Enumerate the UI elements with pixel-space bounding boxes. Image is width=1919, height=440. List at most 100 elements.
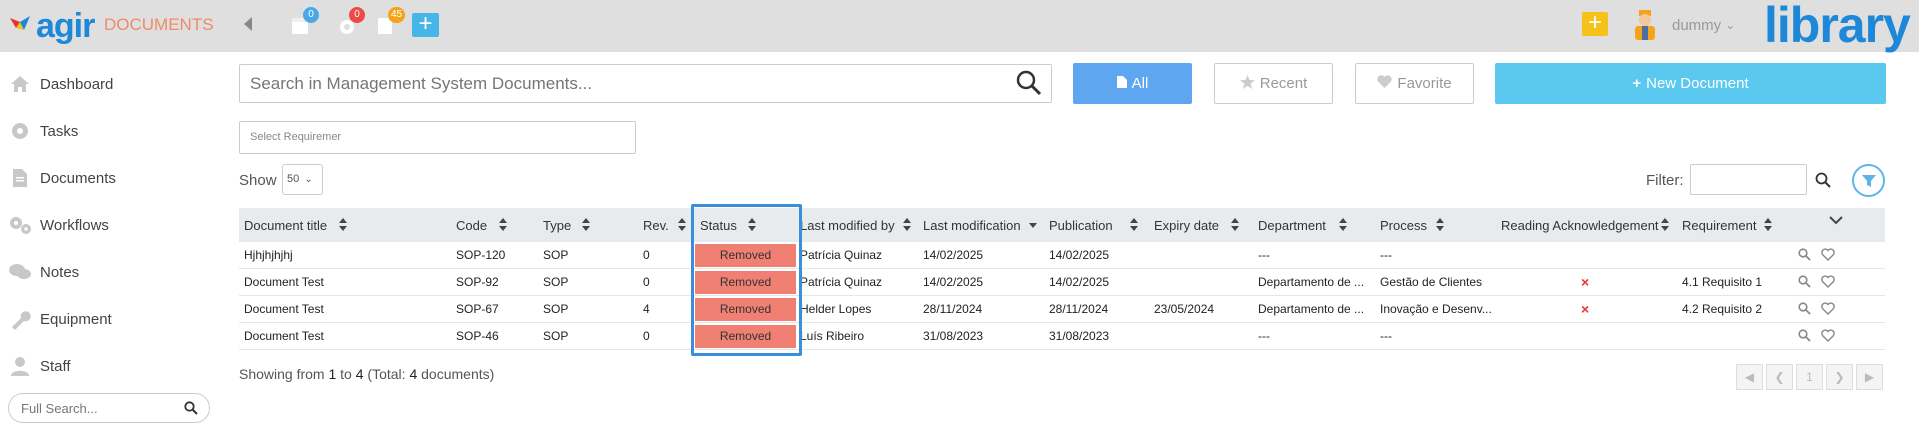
advanced-filter-button[interactable] [1852,164,1885,197]
requirement-select[interactable]: Select Requiremer [239,121,636,154]
favorite-heart-icon[interactable] [1821,248,1835,261]
cell-rev: 4 [643,302,650,316]
sidebar-item-workflows[interactable]: Workflows [8,210,109,240]
summary-total-suffix: documents) [417,366,495,382]
last-page-button[interactable]: ▶ [1856,364,1883,390]
document-icon [8,167,32,189]
sort-desc-icon[interactable] [1028,218,1038,232]
add-button[interactable]: + [412,12,439,37]
sort-icon[interactable] [498,218,508,232]
column-header-requirement[interactable]: Requirement [1682,208,1756,242]
all-filter-label: All [1131,75,1149,92]
sidebar-item-dashboard[interactable]: Dashboard [8,69,113,99]
settings-badge: 0 [349,7,365,23]
quick-add-button[interactable]: + [1582,11,1608,36]
view-search-icon[interactable] [1798,248,1811,261]
sort-icon[interactable] [1230,218,1240,232]
cell-publication: 28/11/2024 [1049,302,1109,316]
column-header-status[interactable]: Status [700,208,737,242]
search-icon[interactable] [184,401,198,415]
settings-button[interactable]: 0 [337,7,365,38]
view-search-icon[interactable] [1798,329,1811,342]
collapse-sidebar-icon[interactable] [244,17,252,31]
library-logo: library [1764,0,1911,53]
sidebar-item-label: Equipment [40,310,112,328]
column-header-title[interactable]: Document title [244,208,327,242]
table-row[interactable]: Document Test SOP-46 SOP 0 Removed Luís … [239,323,1885,350]
view-search-icon[interactable] [1798,275,1811,288]
filter-input[interactable] [1690,164,1807,195]
sidebar-item-notes[interactable]: Notes [8,257,79,287]
module-title: DOCUMENTS [104,15,214,34]
favorite-heart-icon[interactable] [1821,329,1835,342]
sort-icon[interactable] [1129,218,1139,232]
favorite-heart-icon[interactable] [1821,302,1835,315]
cell-department: Departamento de ... [1258,275,1365,289]
column-header-code[interactable]: Code [456,208,487,242]
logo-text: agir [36,6,95,45]
search-icon[interactable] [1815,172,1831,188]
last-page-icon: ▶ [1864,370,1875,384]
page-size-select[interactable]: 50 ⌄ [282,164,323,195]
cell-publication: 31/08/2023 [1049,329,1110,343]
file-icon [1116,75,1127,92]
sidebar-item-tasks[interactable]: Tasks [8,116,78,146]
sidebar-item-staff[interactable]: Staff [8,351,71,381]
agir-logo[interactable]: agir [8,2,95,50]
sidebar-item-documents[interactable]: Documents [8,163,116,193]
sidebar-item-equipment[interactable]: Equipment [8,304,112,334]
full-search-input[interactable] [8,393,210,423]
sort-icon[interactable] [581,218,591,232]
recent-filter-button[interactable]: Recent [1214,63,1333,104]
column-header-rev[interactable]: Rev. [643,208,669,242]
table-row[interactable]: Hjhjhjhjhj SOP-120 SOP 0 Removed Patríci… [239,242,1885,269]
column-header-modified-by[interactable]: Last modified by [800,208,895,242]
column-header-reading-ack[interactable]: Reading Acknowledgement [1501,208,1659,242]
cell-last-modification: 31/08/2023 [923,329,984,343]
table-row[interactable]: Document Test SOP-92 SOP 0 Removed Patrí… [239,269,1885,296]
column-header-process[interactable]: Process [1380,208,1427,242]
new-document-label: New Document [1646,75,1749,92]
sort-icon[interactable] [747,218,757,232]
results-summary: Showing from 1 to 4 (Total: 4 documents) [239,366,494,382]
avatar [1635,10,1655,40]
sort-icon[interactable] [902,218,912,232]
favorite-heart-icon[interactable] [1821,275,1835,288]
column-header-department[interactable]: Department [1258,208,1326,242]
chevron-down-icon[interactable] [1829,215,1843,225]
page-size-value: 50 [287,173,300,185]
sort-icon[interactable] [677,218,687,232]
sort-icon[interactable] [1763,218,1773,232]
cell-title: Hjhjhjhjhj [244,248,293,262]
column-header-publication[interactable]: Publication [1049,208,1113,242]
calendar-button[interactable]: 0 [291,7,319,38]
favorite-filter-label: Favorite [1397,75,1452,92]
chevron-down-icon: ⌄ [304,174,313,185]
cell-type: SOP [543,248,569,262]
favorite-filter-button[interactable]: Favorite [1355,63,1474,104]
column-header-type[interactable]: Type [543,208,571,242]
page-number-button[interactable]: 1 [1796,364,1823,390]
search-icon[interactable] [1016,70,1042,96]
filter-label: Filter: [1646,172,1684,189]
sort-icon[interactable] [338,218,348,232]
next-page-button[interactable]: ❯ [1826,364,1853,390]
sort-icon[interactable] [1435,218,1445,232]
user-menu[interactable]: dummy ⌄ [1630,8,1735,42]
previous-page-button[interactable]: ❮ [1766,364,1793,390]
cell-modified-by: Patrícia Quinaz [800,275,883,289]
new-document-button[interactable]: + New Document [1495,63,1886,104]
status-badge: Removed [695,271,796,294]
sort-icon[interactable] [1338,218,1348,232]
cell-process: --- [1380,329,1392,343]
first-page-button[interactable]: ◀ [1736,364,1763,390]
table-row[interactable]: Document Test SOP-67 SOP 4 Removed Helde… [239,296,1885,323]
documents-badge: 45 [388,7,406,23]
document-search-input[interactable] [239,64,1052,103]
all-filter-button[interactable]: All [1073,63,1192,104]
documents-button[interactable]: 45 [376,7,406,38]
sort-icon[interactable] [1660,218,1670,232]
column-header-expiry[interactable]: Expiry date [1154,208,1219,242]
column-header-last-modification[interactable]: Last modification [923,208,1021,242]
view-search-icon[interactable] [1798,302,1811,315]
